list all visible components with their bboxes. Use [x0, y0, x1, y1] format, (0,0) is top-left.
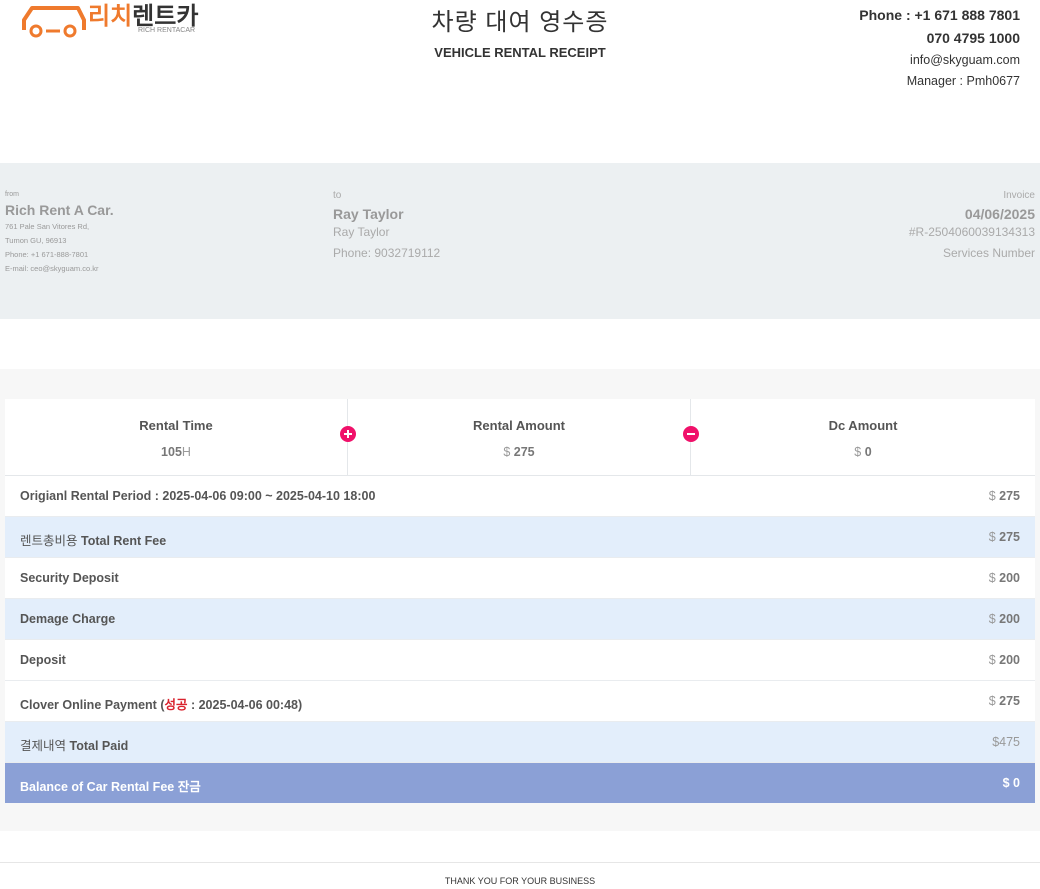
phone-line: Phone : +1 671 888 7801 [859, 7, 1020, 23]
invoice-label: Invoice [1003, 190, 1035, 201]
invoice-number: #R-2504060039134313 [908, 225, 1035, 239]
phone-secondary: 070 4795 1000 [926, 30, 1020, 46]
to-label: to [333, 190, 342, 201]
total-paid-label: 결제내역 Total Paid [20, 739, 129, 753]
total-rent-fee-label: 렌트총비용 Total Rent Fee [20, 534, 167, 548]
to-name: Ray Taylor [333, 206, 404, 222]
dc-amount-label: Dc Amount [828, 418, 898, 433]
balance-label: Balance of Car Rental Fee 잔금 [20, 780, 201, 794]
invoice-block: Invoice 04/06/2025 #R-2504060039134313 S… [909, 190, 1035, 264]
from-address2: Tumon GU, 96913 [5, 236, 67, 245]
rental-amount-stat: Rental Amount $ 275 [348, 399, 690, 475]
footer-divider [0, 862, 1040, 863]
invoice-info-band: from Rich Rent A Car. 761 Pale San Vitor… [0, 163, 1040, 319]
from-name: Rich Rent A Car. [5, 202, 114, 218]
table-row: Deposit $ 200 [5, 640, 1035, 681]
from-email: E-mail: ceo@skyguam.co.kr [5, 264, 99, 273]
balance-amount: $ 0 [1002, 776, 1020, 790]
total-rent-fee-amount: $ 275 [988, 530, 1020, 544]
from-address1: 761 Pale San Vitores Rd, [5, 222, 90, 231]
payment-status-success: 성공 [164, 698, 188, 712]
rental-period-amount: $ 275 [988, 489, 1020, 503]
manager-text: Manager : Pmh0677 [906, 74, 1020, 88]
footer-text: THANK YOU FOR YOUR BUSINESS [444, 876, 596, 886]
to-block: to Ray Taylor Ray Taylor Phone: 90327191… [333, 190, 440, 264]
rental-stats: Rental Time 105H Rental Amount $ 275 Dc … [5, 399, 1035, 476]
rental-amount-value: $ 275 [503, 445, 535, 459]
services-number-label: Services Number [942, 246, 1035, 260]
to-phone: Phone: 9032719112 [333, 246, 441, 260]
company-contact: Phone : +1 671 888 7801 070 4795 1000 in… [859, 4, 1020, 92]
rental-time-value: 105H [161, 445, 191, 459]
table-row: Security Deposit $ 200 [5, 558, 1035, 599]
email-text: info@skyguam.com [910, 53, 1020, 67]
table-row: Clover Online Payment (성공 : 2025-04-06 0… [5, 681, 1035, 722]
security-deposit-amount: $ 200 [988, 571, 1020, 585]
damage-charge-amount: $ 200 [988, 612, 1020, 626]
from-block: from Rich Rent A Car. 761 Pale San Vitor… [5, 191, 114, 276]
invoice-date: 04/06/2025 [964, 206, 1035, 222]
table-row: 결제내역 Total Paid $475 [5, 722, 1035, 763]
rental-amount-label: Rental Amount [473, 418, 565, 433]
from-phone: Phone: +1 671-888-7801 [5, 250, 89, 259]
clover-payment-amount: $ 275 [988, 694, 1020, 708]
rental-time-label: Rental Time [139, 418, 213, 433]
deposit-label: Deposit [20, 653, 66, 667]
table-row: Origianl Rental Period : 2025-04-06 09:0… [5, 476, 1035, 517]
deposit-amount: $ 200 [988, 653, 1020, 667]
rental-summary: Rental Time 105H Rental Amount $ 275 Dc … [0, 369, 1040, 831]
dc-amount-value: $ 0 [854, 445, 872, 459]
damage-charge-label: Demage Charge [20, 612, 116, 626]
security-deposit-label: Security Deposit [20, 571, 119, 585]
dc-amount-stat: Dc Amount $ 0 [691, 399, 1035, 475]
receipt-rows: Origianl Rental Period : 2025-04-06 09:0… [5, 476, 1035, 803]
rental-time-stat: Rental Time 105H [5, 399, 347, 475]
table-row: Demage Charge $ 200 [5, 599, 1035, 640]
table-row: 렌트총비용 Total Rent Fee $ 275 [5, 517, 1035, 558]
total-paid-amount: $475 [992, 735, 1020, 749]
clover-payment-label: Clover Online Payment (성공 : 2025-04-06 0… [20, 698, 303, 712]
rental-period-label: Origianl Rental Period : 2025-04-06 09:0… [20, 489, 376, 503]
from-label: from [5, 191, 19, 198]
to-name-secondary: Ray Taylor [333, 225, 390, 239]
balance-row: Balance of Car Rental Fee 잔금 $ 0 [5, 763, 1035, 803]
